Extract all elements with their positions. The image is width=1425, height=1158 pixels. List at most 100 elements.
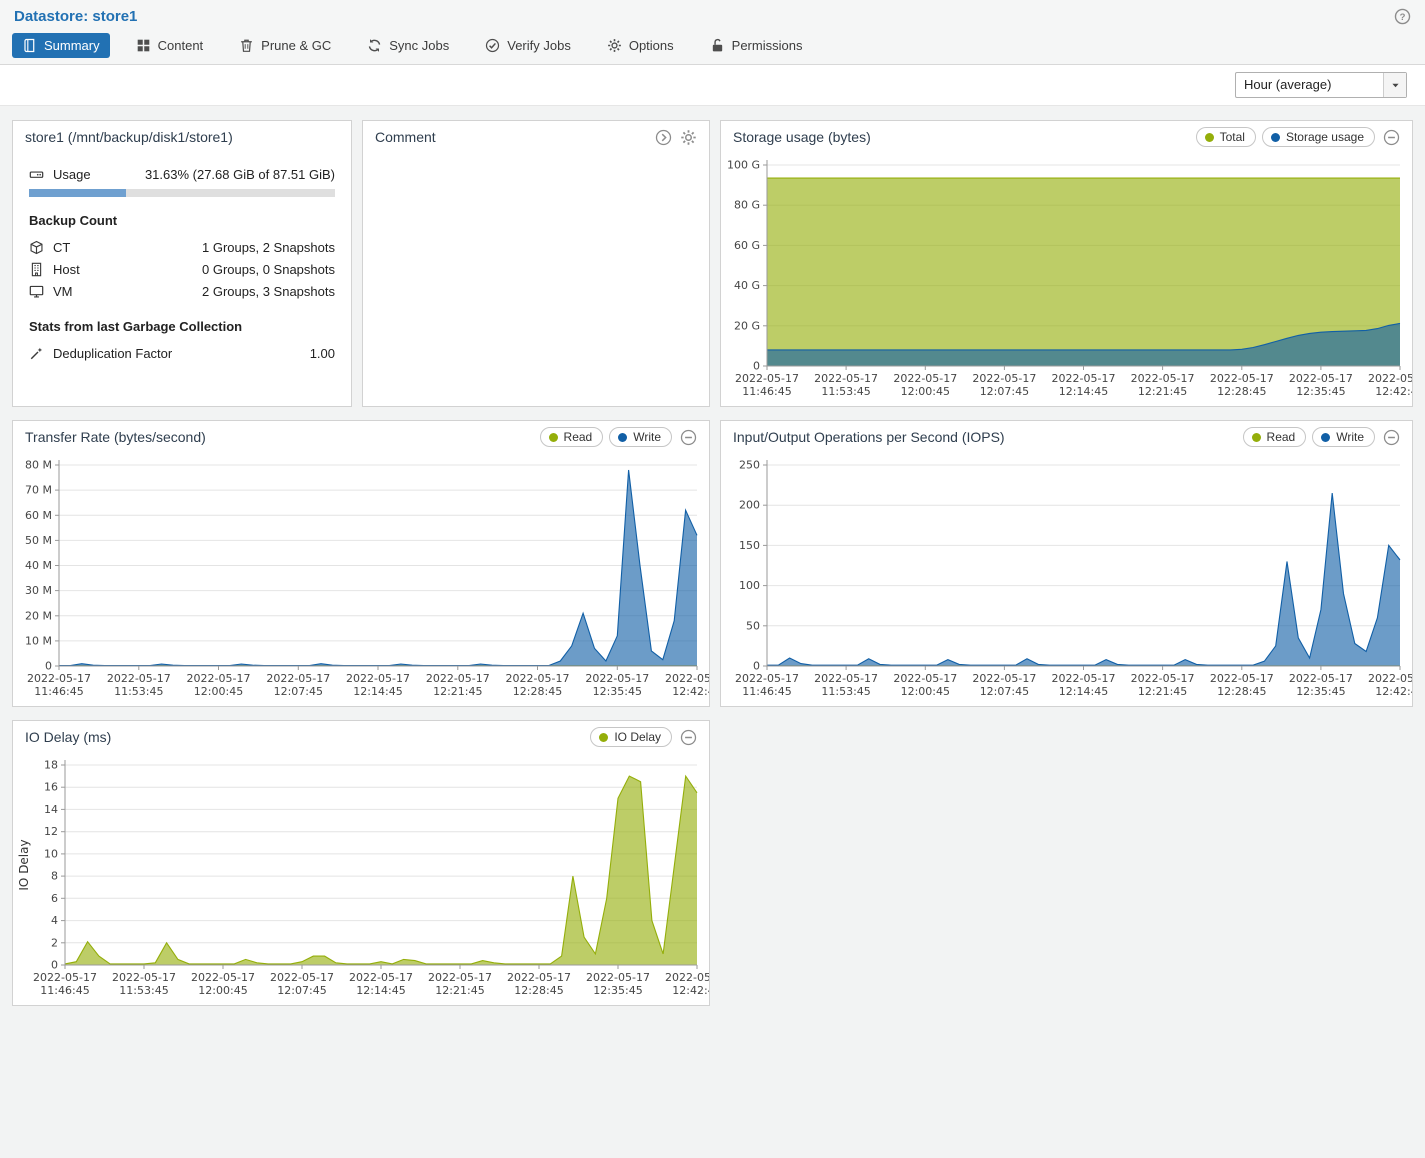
timeframe-select[interactable]: Hour (average)	[1235, 72, 1407, 98]
gear-icon	[607, 38, 622, 53]
svg-text:12:42:45: 12:42:45	[1375, 385, 1412, 398]
legend-item[interactable]: Write	[1312, 427, 1375, 447]
svg-text:2022-05-17: 2022-05-17	[506, 672, 570, 685]
row-label: Host	[53, 262, 80, 277]
panel-title: Comment	[375, 129, 436, 145]
svg-text:2022-05-17: 2022-05-17	[814, 372, 878, 385]
chart-title: Input/Output Operations per Second (IOPS…	[733, 429, 1005, 445]
tab-summary[interactable]: Summary	[12, 33, 110, 58]
row-label: VM	[53, 284, 73, 299]
tab-options[interactable]: Options	[597, 33, 684, 58]
svg-text:60 G: 60 G	[734, 239, 760, 252]
svg-text:2022-05-17: 2022-05-17	[191, 971, 255, 984]
legend-item[interactable]: Read	[1243, 427, 1307, 447]
legend-item[interactable]: Write	[609, 427, 672, 447]
legend-item[interactable]: IO Delay	[590, 727, 672, 747]
svg-text:12:14:45: 12:14:45	[356, 984, 405, 997]
svg-text:50: 50	[746, 619, 760, 632]
svg-text:2022-05-17: 2022-05-17	[1052, 372, 1116, 385]
svg-text:200: 200	[739, 499, 760, 512]
tab-label: Permissions	[732, 38, 803, 53]
row-value: 0 Groups, 0 Snapshots	[202, 262, 335, 277]
svg-text:2022-05-17: 2022-05-17	[1131, 672, 1195, 685]
svg-text:11:53:45: 11:53:45	[114, 685, 163, 698]
tab-verify-jobs[interactable]: Verify Jobs	[475, 33, 581, 58]
svg-text:12:07:45: 12:07:45	[274, 685, 323, 698]
usage-value: 31.63% (27.68 GiB of 87.51 GiB)	[145, 167, 335, 182]
svg-text:2022-05-17: 2022-05-17	[33, 971, 97, 984]
iops-chart-panel: Input/Output Operations per Second (IOPS…	[720, 420, 1413, 707]
svg-text:20 G: 20 G	[734, 319, 760, 332]
cube-icon	[29, 240, 44, 255]
svg-text:12:35:45: 12:35:45	[1296, 685, 1345, 698]
chevron-down-icon	[1390, 80, 1401, 91]
tab-label: Options	[629, 38, 674, 53]
svg-text:16: 16	[44, 781, 58, 794]
svg-text:2022-05-17: 2022-05-17	[349, 971, 413, 984]
svg-text:60 M: 60 M	[25, 509, 52, 522]
collapse-icon[interactable]	[1383, 429, 1400, 446]
legend-dot	[1321, 433, 1330, 442]
legend-dot	[1271, 133, 1280, 142]
monitor-icon	[29, 284, 44, 299]
svg-text:70 M: 70 M	[25, 484, 52, 497]
svg-text:2022-05-17: 2022-05-17	[346, 672, 410, 685]
svg-text:12:14:45: 12:14:45	[1059, 685, 1108, 698]
svg-text:2022-05-17: 2022-05-17	[735, 672, 799, 685]
legend-dot	[549, 433, 558, 442]
hdd-icon	[29, 167, 44, 182]
combo-trigger[interactable]	[1383, 73, 1406, 97]
collapse-icon[interactable]	[680, 729, 697, 746]
svg-text:50 M: 50 M	[25, 534, 52, 547]
legend-dot	[618, 433, 627, 442]
svg-text:2022-05-17: 2022-05-17	[112, 971, 176, 984]
svg-text:11:53:45: 11:53:45	[821, 685, 870, 698]
help-icon[interactable]: ?	[1394, 8, 1411, 25]
dedup-value: 1.00	[310, 346, 335, 361]
row-label: CT	[53, 240, 70, 255]
expand-icon[interactable]	[655, 129, 672, 146]
backup-count-row-ct: CT 1 Groups, 2 Snapshots	[29, 237, 335, 259]
svg-text:12:42:45: 12:42:45	[672, 685, 709, 698]
trash-icon	[239, 38, 254, 53]
transfer-rate-chart: 010 M20 M30 M40 M50 M60 M70 M80 M2022-05…	[13, 453, 709, 706]
collapse-icon[interactable]	[680, 429, 697, 446]
svg-text:0: 0	[45, 660, 52, 673]
svg-text:IO Delay: IO Delay	[17, 839, 31, 890]
gc-stats-heading: Stats from last Garbage Collection	[29, 319, 335, 334]
svg-text:18: 18	[44, 759, 58, 772]
building-icon	[29, 262, 44, 277]
svg-text:20 M: 20 M	[25, 609, 52, 622]
tab-sync-jobs[interactable]: Sync Jobs	[357, 33, 459, 58]
legend-item[interactable]: Read	[540, 427, 604, 447]
svg-text:11:46:45: 11:46:45	[34, 685, 83, 698]
svg-text:12:21:45: 12:21:45	[435, 984, 484, 997]
tab-prune-gc[interactable]: Prune & GC	[229, 33, 341, 58]
svg-text:150: 150	[739, 539, 760, 552]
svg-text:80 M: 80 M	[25, 459, 52, 472]
tab-content[interactable]: Content	[126, 33, 214, 58]
legend-label: Write	[1336, 430, 1364, 444]
legend-dot	[599, 733, 608, 742]
svg-text:250: 250	[739, 459, 760, 472]
unlock-icon	[710, 38, 725, 53]
tab-permissions[interactable]: Permissions	[700, 33, 813, 58]
gear-icon[interactable]	[680, 129, 697, 146]
legend-item[interactable]: Storage usage	[1262, 127, 1375, 147]
window-header: Datastore: store1 ?	[0, 0, 1425, 29]
svg-text:2022-05-17: 2022-05-17	[665, 971, 709, 984]
svg-text:?: ?	[1400, 12, 1406, 23]
legend-item[interactable]: Total	[1196, 127, 1256, 147]
svg-text:12:14:45: 12:14:45	[353, 685, 402, 698]
page-title: Datastore: store1	[14, 8, 137, 25]
row-value: 2 Groups, 3 Snapshots	[202, 284, 335, 299]
svg-text:2022-05-17: 2022-05-17	[586, 971, 650, 984]
svg-text:40 M: 40 M	[25, 559, 52, 572]
legend-label: Read	[564, 430, 593, 444]
legend-dot	[1252, 433, 1261, 442]
svg-text:12:42:45: 12:42:45	[672, 984, 709, 997]
collapse-icon[interactable]	[1383, 129, 1400, 146]
svg-text:30 M: 30 M	[25, 584, 52, 597]
svg-text:2022-05-17: 2022-05-17	[1289, 672, 1353, 685]
svg-text:2022-05-17: 2022-05-17	[972, 672, 1036, 685]
